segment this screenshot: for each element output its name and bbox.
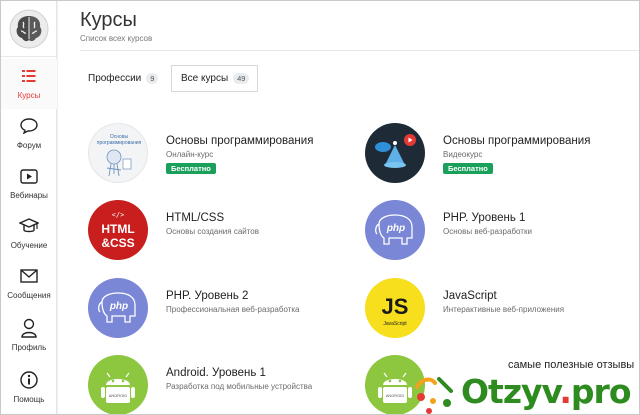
sidebar-item-messages[interactable]: Сообщения xyxy=(1,259,57,309)
course-thumbnail: php xyxy=(88,278,148,338)
course-title: Основы программирования xyxy=(166,135,314,147)
sidebar: Курсы Форум Вебинары Обучение Сообщения … xyxy=(1,1,57,414)
svg-text:&CSS: &CSS xyxy=(101,236,134,250)
tab-professions[interactable]: Профессии 9 xyxy=(88,65,159,92)
course-thumbnail: Основы программирования xyxy=(88,123,148,183)
course-title: Основы программирования xyxy=(443,135,591,147)
course-subtitle: Онлайн-курс xyxy=(166,150,214,159)
course-thumbnail xyxy=(365,123,425,183)
sidebar-item-label: Курсы xyxy=(17,91,41,100)
sidebar-item-label: Сообщения xyxy=(7,291,51,300)
tab-label: Профессии xyxy=(88,73,142,84)
watermark-logo-tld: pro xyxy=(570,372,632,411)
info-icon xyxy=(18,369,40,391)
sidebar-item-learning[interactable]: Обучение xyxy=(1,209,57,259)
course-thumbnail: </> HTML &CSS xyxy=(88,200,148,260)
user-icon xyxy=(18,317,40,339)
course-title: Android. Уровень 1 xyxy=(166,367,266,379)
course-card[interactable]: ANDROID Android. Уровень 1 Разработка по… xyxy=(88,355,348,414)
page-subtitle: Список всех курсов xyxy=(80,34,153,43)
course-title: PHP. Уровень 1 xyxy=(443,212,526,224)
watermark: самые полезные отзывы Otzyv.pro xyxy=(411,355,639,414)
sidebar-item-profile[interactable]: Профиль xyxy=(1,311,57,361)
svg-text:JavaScript: JavaScript xyxy=(383,321,407,327)
sidebar-item-help[interactable]: Помощь xyxy=(1,363,57,413)
sidebar-item-label: Профиль xyxy=(11,343,47,352)
course-card[interactable]: Основы программирования Основы программи… xyxy=(88,123,348,191)
svg-text:</>: </> xyxy=(112,211,125,219)
watermark-logo-dot: . xyxy=(559,372,572,411)
course-subtitle: Основы веб-разработки xyxy=(443,227,532,236)
watermark-logo: Otzyv.pro xyxy=(461,372,631,411)
course-subtitle: Видеокурс xyxy=(443,150,483,159)
course-card[interactable]: Основы программирования Видеокурс Беспла… xyxy=(365,123,625,191)
envelope-icon xyxy=(18,265,40,287)
watermark-caption: самые полезные отзывы xyxy=(508,359,635,371)
divider xyxy=(80,50,639,51)
course-subtitle: Интерактивные веб-приложения xyxy=(443,305,565,314)
tab-count-badge: 9 xyxy=(146,73,159,84)
svg-text:ANDROID: ANDROID xyxy=(109,393,128,398)
course-thumbnail: php xyxy=(365,200,425,260)
svg-text:ANDROID: ANDROID xyxy=(386,393,405,398)
sidebar-item-label: Помощь xyxy=(13,395,45,404)
app-window: Курсы Форум Вебинары Обучение Сообщения … xyxy=(0,0,640,415)
svg-text:программирования: программирования xyxy=(97,140,142,146)
svg-text:php: php xyxy=(109,301,128,312)
course-title: PHP. Уровень 2 xyxy=(166,290,249,302)
svg-text:php: php xyxy=(386,223,405,234)
tab-count-badge: 49 xyxy=(233,73,250,84)
main-content: Курсы Список всех курсов Профессии 9 Все… xyxy=(58,1,639,414)
sidebar-item-forum[interactable]: Форум xyxy=(1,109,57,159)
course-card[interactable]: php PHP. Уровень 1 Основы веб-разработки xyxy=(365,200,625,268)
course-thumbnail: ANDROID xyxy=(88,355,148,414)
course-subtitle: Разработка под мобильные устройства xyxy=(166,382,313,391)
chat-bubble-icon xyxy=(18,115,40,137)
course-card[interactable]: php PHP. Уровень 2 Профессиональная веб-… xyxy=(88,278,348,346)
course-card[interactable]: JS JavaScript JavaScript Интерактивные в… xyxy=(365,278,625,346)
tab-all-courses[interactable]: Все курсы 49 xyxy=(171,65,258,92)
graduation-cap-icon xyxy=(18,215,40,237)
course-card[interactable]: </> HTML &CSS HTML/CSS Основы создания с… xyxy=(88,200,348,268)
course-subtitle: Профессиональная веб-разработка xyxy=(166,305,300,314)
course-title: JavaScript xyxy=(443,290,497,302)
free-badge: Бесплатно xyxy=(166,163,216,174)
free-badge: Бесплатно xyxy=(443,163,493,174)
course-title: HTML/CSS xyxy=(166,212,225,224)
tab-label: Все курсы xyxy=(181,73,229,84)
list-icon xyxy=(18,65,40,87)
svg-text:JS: JS xyxy=(382,294,409,319)
sidebar-item-courses[interactable]: Курсы xyxy=(1,59,57,109)
sidebar-item-label: Вебинары xyxy=(10,191,48,200)
page-title: Курсы xyxy=(80,9,137,31)
play-icon xyxy=(18,165,40,187)
sidebar-item-label: Обучение xyxy=(10,241,48,250)
svg-text:HTML: HTML xyxy=(101,222,134,236)
sidebar-item-webinars[interactable]: Вебинары xyxy=(1,159,57,209)
brain-logo-icon[interactable] xyxy=(1,1,57,57)
watermark-emblem-icon xyxy=(415,377,453,414)
course-thumbnail: JS JavaScript xyxy=(365,278,425,338)
watermark-logo-main: Otzyv xyxy=(461,372,560,411)
course-subtitle: Основы создания сайтов xyxy=(166,227,260,236)
sidebar-item-label: Форум xyxy=(16,141,42,150)
